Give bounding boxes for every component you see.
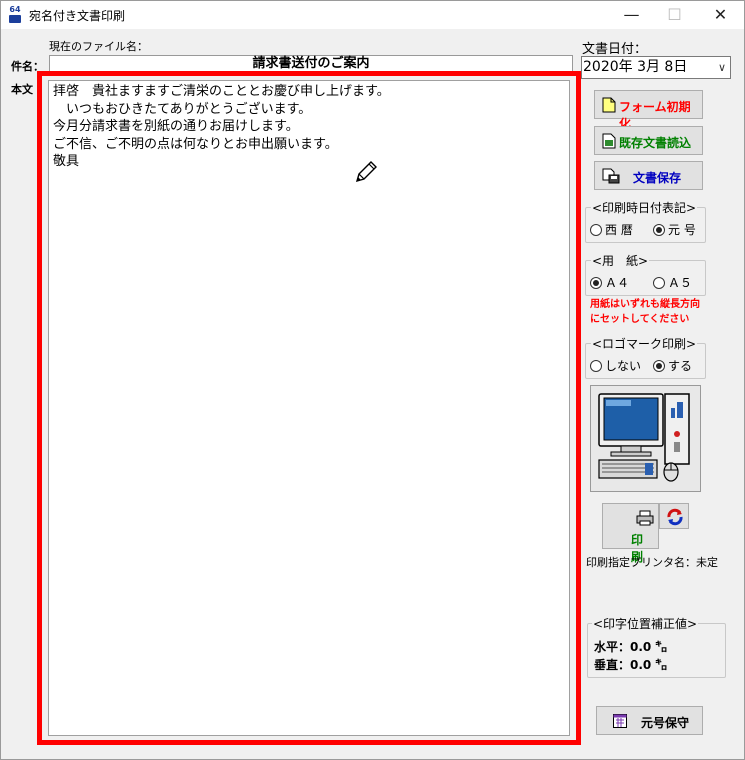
date-label: 文書日付： [582, 42, 648, 57]
paper-warning-line1: 用紙はいずれも縦長方向 [590, 299, 700, 310]
radio-circle [653, 276, 665, 289]
printer-name-label: 印刷指定プリンタ名：未定 [586, 556, 718, 569]
body-label: 本文 [11, 83, 33, 96]
radio-circle [590, 359, 602, 372]
radio-a4[interactable]: Ａ４ [590, 274, 629, 291]
refresh-icon [667, 508, 683, 526]
offset-horizontal[interactable]: 水平：0.0 ㌔ [594, 638, 667, 655]
paper-warning-line2: にセットしてください [590, 314, 690, 325]
chevron-down-icon[interactable]: ∨ [718, 57, 726, 78]
save-document-icon [602, 168, 620, 184]
radio-logo-on[interactable]: する [653, 357, 692, 374]
radio-seireki[interactable]: 西 暦 [590, 221, 633, 238]
gengo-save-label: 元号保守 [641, 716, 690, 730]
printer-icon [636, 510, 654, 526]
print-offset-title: <印字位置補正値> [592, 615, 699, 632]
radio-a5[interactable]: Ａ５ [653, 274, 692, 291]
maximize-button[interactable]: ☐ [652, 1, 697, 29]
radio-gengo[interactable]: 元 号 [653, 221, 696, 238]
title-bar: 64 宛名付き文書印刷 — ☐ ✕ [1, 1, 744, 29]
save-document-button[interactable]: 文書保存 [594, 161, 703, 190]
radio-circle-selected [590, 276, 602, 289]
print-button[interactable]: 印 刷 [602, 503, 659, 564]
pencil-cursor-icon [355, 161, 377, 183]
open-document-icon [602, 133, 616, 149]
radio-logo-off-label: しない [605, 359, 642, 373]
save-document-label: 文書保存 [633, 171, 682, 185]
radio-a5-label: Ａ５ [668, 276, 693, 290]
radio-circle-selected [653, 223, 665, 236]
new-document-icon [602, 97, 616, 113]
window-title: 宛名付き文書印刷 [29, 9, 126, 23]
radio-circle-selected [653, 359, 665, 372]
radio-circle [590, 223, 602, 236]
radio-logo-off[interactable]: しない [590, 357, 641, 374]
refresh-printer-button[interactable] [659, 503, 689, 529]
load-document-label: 既存文書読込 [619, 136, 692, 150]
offset-vertical[interactable]: 垂直：0.0 ㌔ [594, 656, 667, 673]
form-init-button[interactable]: フォーム初期化 [594, 90, 703, 131]
app-window: 64 宛名付き文書印刷 — ☐ ✕ 現在のファイル名： 件名： 請求書送付のご案… [0, 0, 745, 760]
body-textarea[interactable]: 拝啓 貴社ますますご清栄のこととお慶び申し上げます。 いつもおひきたてありがとう… [48, 80, 570, 736]
minimize-button[interactable]: — [609, 1, 654, 29]
computer-icon [598, 393, 690, 482]
logo-image-frame[interactable] [590, 385, 701, 492]
calendar-icon [613, 714, 627, 728]
radio-seireki-label: 西 暦 [605, 223, 633, 237]
radio-a4-label: Ａ４ [605, 276, 630, 290]
date-picker[interactable]: 2020年 3月 8日 ∨ [581, 56, 731, 79]
gengo-save-button[interactable]: 元号保守 [596, 706, 703, 735]
load-document-button[interactable]: 既存文書読込 [594, 126, 703, 155]
radio-gengo-label: 元 号 [668, 223, 696, 237]
paper-title: <用 紙> [591, 252, 650, 269]
close-button[interactable]: ✕ [698, 1, 743, 29]
date-value: 2020年 3月 8日 [583, 59, 688, 75]
logo-print-title: <ロゴマーク印刷> [591, 335, 698, 352]
app-icon: 64 [7, 6, 23, 24]
print-date-format-title: <印刷時日付表記> [591, 199, 698, 216]
current-file-label: 現在のファイル名： [49, 40, 148, 53]
radio-logo-on-label: する [668, 359, 693, 373]
